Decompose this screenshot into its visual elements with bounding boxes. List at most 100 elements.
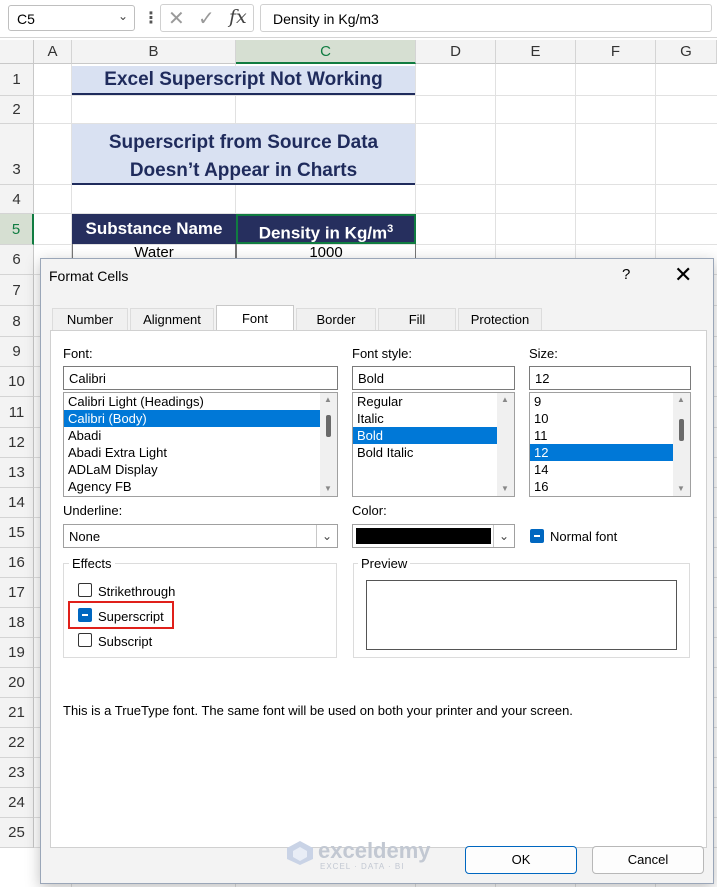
font-style-input[interactable]: Bold [352,366,515,390]
scroll-down-icon[interactable]: ▼ [677,484,685,493]
font-list-item[interactable]: Abadi Extra Light [64,444,337,461]
cancel-button[interactable]: Cancel [592,846,704,874]
row-header-16[interactable]: 16 [0,548,34,578]
normal-font-checkbox[interactable] [530,529,544,543]
row-header-12[interactable]: 12 [0,428,34,458]
style-list-item[interactable]: Italic [353,410,514,427]
font-list-scrollbar[interactable]: ▲ ▼ [320,393,337,496]
row-header-10[interactable]: 10 [0,367,34,397]
style-list-item[interactable]: Bold Italic [353,444,514,461]
column-header-a[interactable]: A [34,40,72,64]
more-options-icon[interactable]: ⋮ [143,8,159,28]
row-header-19[interactable]: 19 [0,638,34,668]
row-header-25[interactable]: 25 [0,818,34,848]
row-header-8[interactable]: 8 [0,306,34,337]
scroll-up-icon[interactable]: ▲ [677,395,685,404]
normal-font-label[interactable]: Normal font [550,529,617,544]
superscript-checkbox[interactable] [78,608,92,622]
scroll-down-icon[interactable]: ▼ [324,484,332,493]
chevron-down-icon[interactable]: ⌄ [493,525,514,547]
size-list[interactable]: 9 10 11 12 14 16 ▲ ▼ [529,392,691,497]
tab-protection[interactable]: Protection [458,308,542,330]
row-header-11[interactable]: 11 [0,397,34,428]
superscript-label[interactable]: Superscript [98,609,164,624]
header-substance-name[interactable]: Substance Name [72,214,236,244]
scroll-down-icon[interactable]: ▼ [501,484,509,493]
size-list-item[interactable]: 10 [530,410,690,427]
row-header-1[interactable]: 1 [0,64,34,96]
insert-function-icon[interactable]: fx [229,6,247,28]
size-list-item[interactable]: 16 [530,478,690,495]
scroll-thumb[interactable] [326,415,331,437]
tab-alignment[interactable]: Alignment [130,308,214,330]
tab-number[interactable]: Number [52,308,128,330]
row-header-21[interactable]: 21 [0,698,34,728]
row-header-20[interactable]: 20 [0,668,34,698]
help-icon[interactable]: ? [622,266,630,283]
color-picker[interactable]: ⌄ [352,524,515,548]
row-header-5[interactable]: 5 [0,214,34,245]
size-list-item[interactable]: 14 [530,461,690,478]
row-header-6[interactable]: 6 [0,245,34,275]
chevron-down-icon[interactable]: ⌄ [118,9,128,23]
confirm-entry-icon[interactable]: ✓ [198,6,215,31]
column-header-f[interactable]: F [576,40,656,64]
tab-border[interactable]: Border [296,308,376,330]
strikethrough-label[interactable]: Strikethrough [98,584,175,599]
row-header-24[interactable]: 24 [0,788,34,818]
column-header-e[interactable]: E [496,40,576,64]
size-list-item[interactable]: 11 [530,427,690,444]
close-icon[interactable]: ✕ [674,262,692,288]
row-header-23[interactable]: 23 [0,758,34,788]
font-list-item[interactable]: Agency FB [64,478,337,495]
row-header-22[interactable]: 22 [0,728,34,758]
row-header-13[interactable]: 13 [0,458,34,488]
row-header-17[interactable]: 17 [0,578,34,608]
row-header-9[interactable]: 9 [0,337,34,367]
watermark-tagline: EXCEL · DATA · BI [320,862,405,871]
scroll-thumb[interactable] [679,419,684,441]
column-header-b[interactable]: B [72,40,236,64]
row-header-3[interactable]: 3 [0,124,34,185]
size-list-scrollbar[interactable]: ▲ ▼ [673,393,690,496]
font-style-list[interactable]: Regular Italic Bold Bold Italic ▲ ▼ [352,392,515,497]
header-density-text: Density in Kg/m [258,223,388,243]
row-header-15[interactable]: 15 [0,518,34,548]
underline-select[interactable]: None ⌄ [63,524,338,548]
size-list-item[interactable]: 9 [530,393,690,410]
row-header-18[interactable]: 18 [0,608,34,638]
tab-fill[interactable]: Fill [378,308,456,330]
style-list-scrollbar[interactable]: ▲ ▼ [497,393,514,496]
column-header-c[interactable]: C [236,40,416,64]
tab-font[interactable]: Font [216,305,294,331]
font-list-item[interactable]: Calibri Light (Headings) [64,393,337,410]
scroll-up-icon[interactable]: ▲ [501,395,509,404]
cancel-entry-icon[interactable]: ✕ [168,6,185,31]
subscript-checkbox[interactable] [78,633,92,647]
font-list-item[interactable]: Calibri (Body) [64,410,320,427]
row-header-7[interactable]: 7 [0,275,34,306]
font-input[interactable]: Calibri [63,366,338,390]
font-list-item[interactable]: ADLaM Display [64,461,337,478]
row-header-14[interactable]: 14 [0,488,34,518]
column-header-g[interactable]: G [656,40,717,64]
row-header-4[interactable]: 4 [0,185,34,214]
font-list[interactable]: Calibri Light (Headings) Calibri (Body) Ab… [63,392,338,497]
row-header-2[interactable]: 2 [0,96,34,124]
name-box[interactable]: C5 ⌄ [8,5,135,31]
strikethrough-checkbox[interactable] [78,583,92,597]
style-list-item[interactable]: Bold [353,427,497,444]
size-input[interactable]: 12 [529,366,691,390]
truetype-info-text: This is a TrueType font. The same font w… [63,703,573,718]
ok-button[interactable]: OK [465,846,577,874]
formula-input[interactable]: Density in Kg/m3 [260,4,712,32]
select-all-corner[interactable] [0,40,34,64]
scroll-up-icon[interactable]: ▲ [324,395,332,404]
style-list-item[interactable]: Regular [353,393,514,410]
size-list-item[interactable]: 12 [530,444,673,461]
font-list-item[interactable]: Abadi [64,427,337,444]
column-header-d[interactable]: D [416,40,496,64]
header-density[interactable]: Density in Kg/m3 [236,214,416,244]
subscript-label[interactable]: Subscript [98,634,152,649]
chevron-down-icon[interactable]: ⌄ [316,525,337,547]
